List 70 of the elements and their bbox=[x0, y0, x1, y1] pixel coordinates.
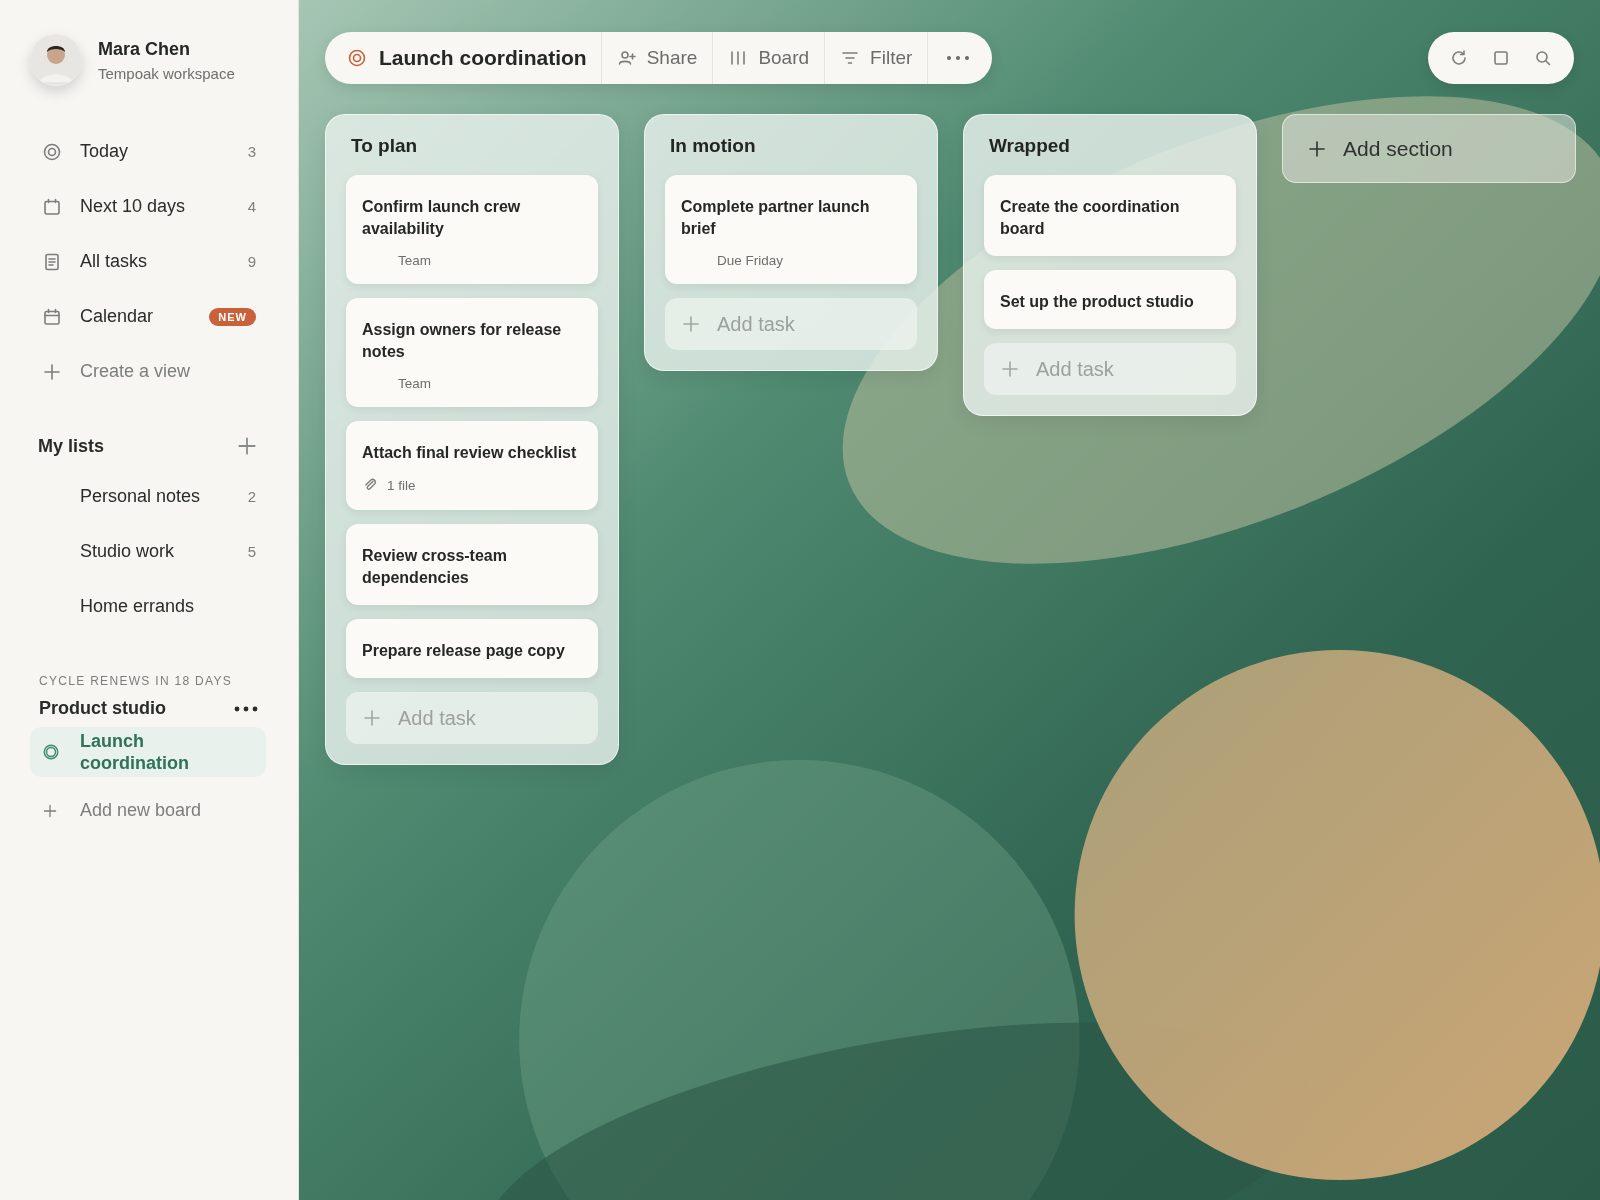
column-title: Wrapped bbox=[989, 135, 1071, 157]
calendar-icon bbox=[42, 306, 62, 327]
item-count: 5 bbox=[247, 543, 256, 560]
add-board-link[interactable]: Add new board bbox=[30, 783, 266, 838]
nav-item[interactable]: Calendar NEW bbox=[30, 289, 266, 344]
task-meta: Team bbox=[397, 253, 431, 268]
add-list-button[interactable] bbox=[236, 435, 258, 457]
plus-icon bbox=[362, 708, 382, 728]
board-title[interactable]: Launch coordination bbox=[325, 32, 601, 84]
nav-item[interactable]: All tasks 9 bbox=[30, 234, 266, 289]
task-title: Set up the product studio bbox=[1000, 292, 1195, 312]
refresh-icon bbox=[1449, 48, 1469, 68]
task-card[interactable]: Prepare release page copy bbox=[346, 619, 598, 678]
toolbar-button[interactable]: Board bbox=[712, 32, 825, 84]
task-card[interactable]: Complete partner launch brief Due Friday bbox=[665, 175, 917, 284]
toolbar-button[interactable]: Share bbox=[600, 32, 713, 84]
project-title: Product studio bbox=[39, 698, 166, 719]
item-count: 9 bbox=[247, 253, 256, 270]
item-count: 3 bbox=[247, 143, 256, 160]
task-title: Confirm launch crew availability bbox=[362, 197, 522, 239]
target-icon bbox=[42, 141, 62, 162]
plus-icon bbox=[42, 802, 58, 819]
task-title: Complete partner launch brief bbox=[681, 197, 871, 239]
workspace-name: Tempoak workspace bbox=[98, 64, 235, 82]
nav-item[interactable]: Next 10 days 4 bbox=[30, 179, 266, 234]
task-meta: 1 file bbox=[387, 478, 416, 493]
plus-icon bbox=[236, 435, 258, 457]
task-card[interactable]: Review cross-team dependencies bbox=[346, 524, 598, 605]
task-card[interactable]: Assign owners for release notes Team bbox=[346, 298, 598, 407]
task-meta: Team bbox=[397, 376, 431, 391]
section-title: My lists bbox=[38, 435, 105, 457]
target-icon bbox=[347, 48, 367, 68]
task-title: Assign owners for release notes bbox=[362, 320, 563, 362]
square-icon bbox=[1491, 48, 1511, 68]
add-section-button[interactable]: Add section bbox=[1282, 114, 1576, 183]
item-count: 4 bbox=[247, 198, 256, 215]
task-title: Review cross-team dependencies bbox=[362, 546, 508, 588]
user-name: Mara Chen bbox=[98, 38, 192, 60]
person-plus-icon bbox=[616, 48, 637, 68]
task-card[interactable]: Create the coordination board bbox=[984, 175, 1236, 256]
new-badge: NEW bbox=[209, 307, 256, 326]
document-icon bbox=[42, 251, 62, 272]
task-title: Attach final review checklist bbox=[362, 443, 578, 463]
column-title: In motion bbox=[670, 135, 757, 157]
create-view-link[interactable]: Create a view bbox=[30, 344, 266, 399]
toolbar-button[interactable]: Filter bbox=[824, 32, 928, 84]
calendar-icon bbox=[42, 196, 62, 217]
board-item[interactable]: Launch coordination bbox=[30, 727, 266, 777]
cycle-note: CYCLE RENEWS IN 18 DAYS bbox=[39, 674, 234, 688]
task-title: Prepare release page copy bbox=[362, 641, 566, 661]
nav-item[interactable]: Today 3 bbox=[30, 124, 266, 179]
list-item[interactable]: Studio work 5 bbox=[30, 524, 266, 579]
task-meta: Due Friday bbox=[716, 253, 784, 268]
avatar[interactable] bbox=[30, 34, 82, 86]
plus-icon bbox=[42, 361, 62, 382]
more-icon[interactable] bbox=[234, 705, 258, 712]
list-item[interactable]: Home errands bbox=[30, 579, 266, 634]
plus-icon bbox=[681, 314, 701, 334]
task-card[interactable]: Confirm launch crew availability Team bbox=[346, 175, 598, 284]
list-item[interactable]: Personal notes 2 bbox=[30, 469, 266, 524]
column-title: To plan bbox=[351, 135, 419, 157]
task-title: Create the coordination board bbox=[1000, 197, 1181, 239]
search-icon bbox=[1533, 48, 1553, 68]
target-icon bbox=[42, 743, 60, 761]
item-count: 2 bbox=[247, 488, 256, 505]
plus-icon bbox=[1307, 138, 1327, 159]
task-card[interactable]: Attach final review checklist 1 file bbox=[346, 421, 598, 510]
more-icon bbox=[946, 55, 971, 61]
plus-icon bbox=[1000, 359, 1020, 379]
task-card[interactable]: Set up the product studio bbox=[984, 270, 1236, 329]
